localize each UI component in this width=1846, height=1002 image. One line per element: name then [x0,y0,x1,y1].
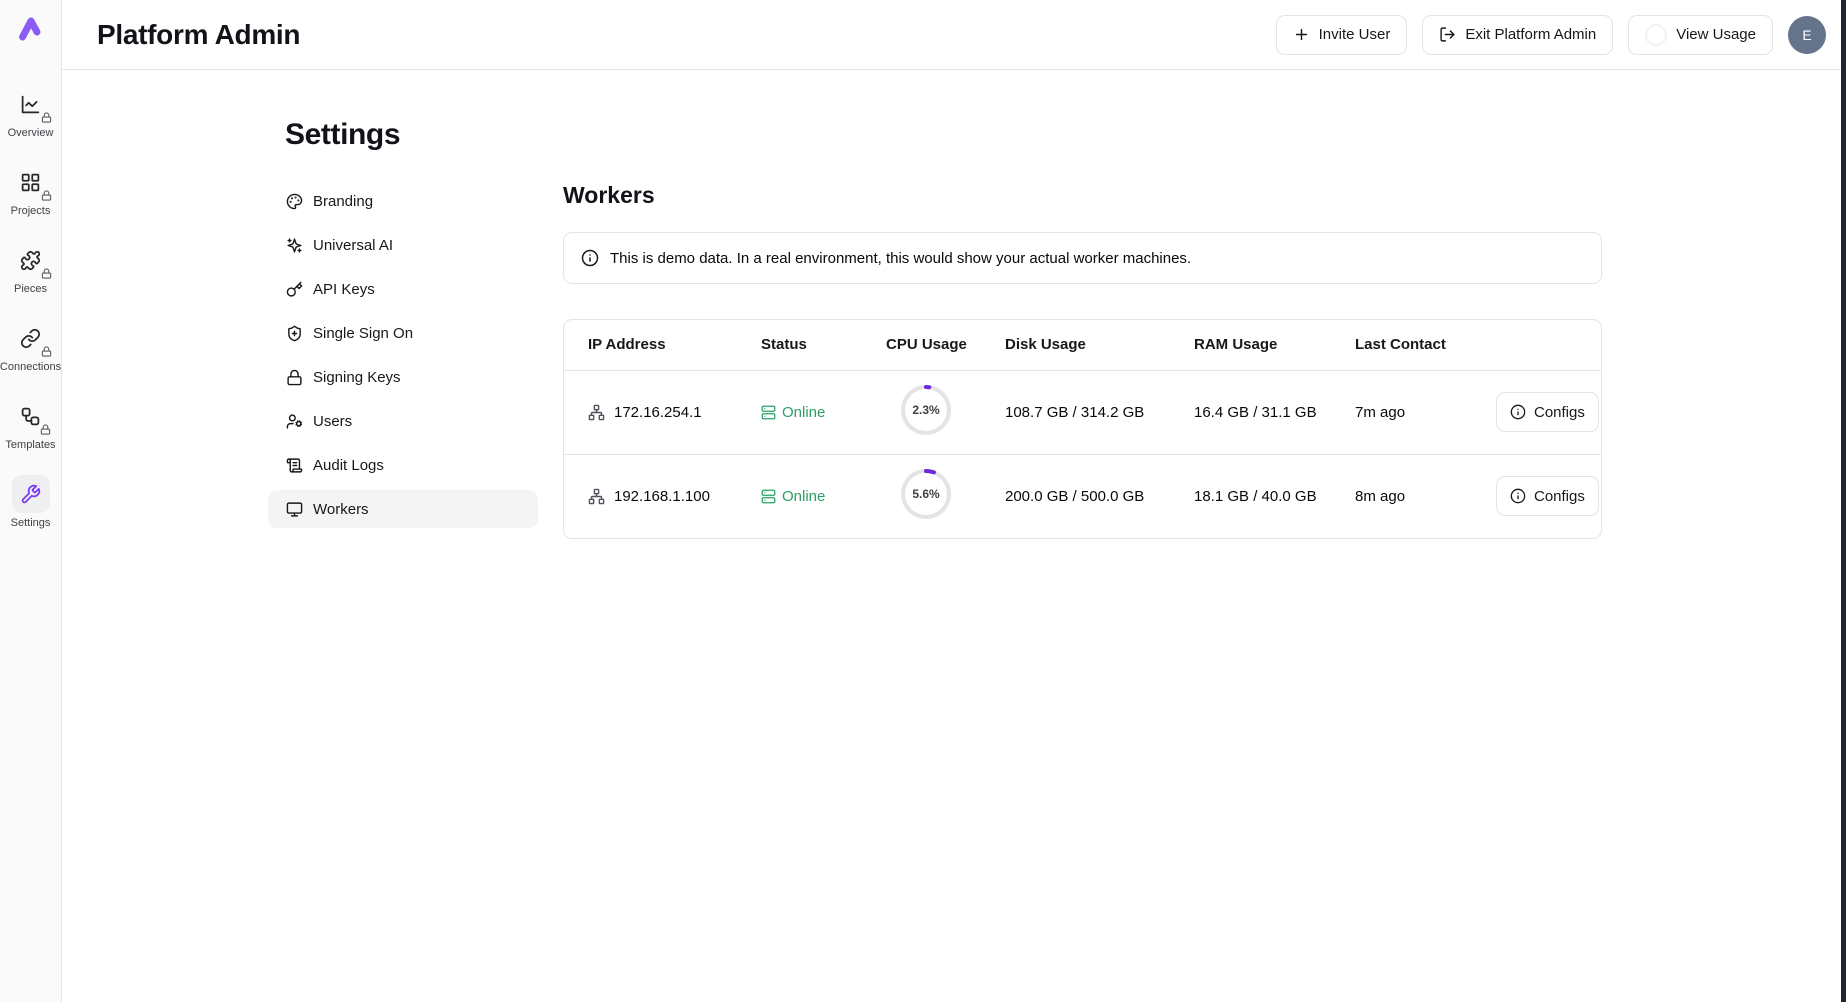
configs-button[interactable]: Configs [1496,392,1599,432]
workers-table-card: IP Address Status CPU Usage Disk Usage R… [563,319,1602,539]
sidebar-item-label: Settings [11,517,51,529]
demo-data-alert-text: This is demo data. In a real environment… [610,250,1191,267]
worker-last-contact: 8m ago [1355,454,1496,538]
scroll-text-icon [286,457,303,474]
chart-line-icon [20,94,41,115]
demo-data-alert: This is demo data. In a real environment… [563,232,1602,284]
palette-icon [286,193,303,210]
lock-badge-icon [41,346,52,357]
col-header-last-contact: Last Contact [1355,320,1496,370]
network-icon [588,488,605,505]
info-icon [1510,404,1526,420]
sidebar-item-label: Connections [0,361,61,373]
lock-badge-icon [41,268,52,279]
worker-row: 192.168.1.100 Online [564,454,1601,538]
settings-nav-signing-keys[interactable]: Signing Keys [268,358,538,396]
lock-badge-icon [41,112,52,123]
settings-nav-branding[interactable]: Branding [268,182,538,220]
exit-platform-admin-button[interactable]: Exit Platform Admin [1422,15,1613,55]
worker-ip: 192.168.1.100 [588,488,761,505]
worker-ip: 172.16.254.1 [588,404,761,421]
plus-icon [1293,26,1310,43]
monitor-icon [286,501,303,518]
sidebar-item-templates[interactable]: Templates [5,397,55,451]
worker-disk: 108.7 GB / 314.2 GB [1005,370,1194,454]
col-header-cpu: CPU Usage [886,320,1005,370]
workers-table: IP Address Status CPU Usage Disk Usage R… [564,320,1601,538]
col-header-actions [1496,320,1601,370]
settings-title: Settings [285,118,1806,152]
settings-nav-users[interactable]: Users [268,402,538,440]
status-badge: Online [761,488,886,505]
col-header-ip: IP Address [564,320,761,370]
user-cog-icon [286,413,303,430]
settings-nav-audit-logs[interactable]: Audit Logs [268,446,538,484]
workflow-icon [20,406,41,427]
log-out-icon [1439,26,1456,43]
sidebar-item-label: Projects [11,205,51,217]
info-icon [581,249,599,267]
puzzle-icon [20,250,41,271]
activepieces-logo-icon [16,13,46,43]
platform-admin-app: Overview Projects Pieces [0,0,1846,1002]
page-title: Platform Admin [97,19,300,51]
topbar-actions: Invite User Exit Platform Admin View Usa… [1276,15,1826,55]
network-icon [588,404,605,421]
settings-page: Settings Branding Universal AI API Keys [62,70,1846,539]
server-icon [761,405,776,420]
sidebar-nav: Overview Projects Pieces [0,85,61,553]
invite-user-button[interactable]: Invite User [1276,15,1408,55]
col-header-status: Status [761,320,886,370]
lock-icon [286,369,303,386]
sidebar-item-label: Templates [5,439,55,451]
main-area: Platform Admin Invite User Exit Platform… [62,0,1846,1002]
right-edge-strip [1841,0,1846,1002]
view-usage-button[interactable]: View Usage [1628,15,1773,55]
app-logo[interactable] [16,13,46,43]
shield-plus-icon [286,325,303,342]
table-header-row: IP Address Status CPU Usage Disk Usage R… [564,320,1601,370]
workers-title: Workers [563,182,1602,209]
sidebar-item-projects[interactable]: Projects [11,163,51,217]
worker-ram: 18.1 GB / 40.0 GB [1194,454,1355,538]
sparkles-icon [286,237,303,254]
col-header-disk: Disk Usage [1005,320,1194,370]
settings-nav-workers[interactable]: Workers [268,490,538,528]
worker-last-contact: 7m ago [1355,370,1496,454]
info-icon [1510,488,1526,504]
lock-badge-icon [41,190,52,201]
user-avatar[interactable]: E [1788,16,1826,54]
sidebar-item-settings[interactable]: Settings [11,475,51,529]
configs-button[interactable]: Configs [1496,476,1599,516]
worker-row: 172.16.254.1 Online [564,370,1601,454]
settings-nav-api-keys[interactable]: API Keys [268,270,538,308]
key-icon [286,281,303,298]
worker-ram: 16.4 GB / 31.1 GB [1194,370,1355,454]
settings-nav: Branding Universal AI API Keys Single Si… [268,182,538,528]
sidebar-item-label: Overview [8,127,54,139]
cpu-usage-donut: 5.6% [900,468,952,520]
layout-grid-icon [20,172,41,193]
col-header-ram: RAM Usage [1194,320,1355,370]
settings-nav-single-sign-on[interactable]: Single Sign On [268,314,538,352]
lock-badge-icon [40,424,51,435]
workers-panel: Workers This is demo data. In a real env… [563,182,1602,539]
status-badge: Online [761,404,886,421]
sidebar-item-pieces[interactable]: Pieces [12,241,50,295]
settings-nav-universal-ai[interactable]: Universal AI [268,226,538,264]
server-icon [761,489,776,504]
usage-ring-icon [1645,24,1667,46]
cpu-usage-donut: 2.3% [900,384,952,436]
sidebar-item-connections[interactable]: Connections [0,319,61,373]
icon-sidebar: Overview Projects Pieces [0,0,62,1002]
link-icon [20,328,41,349]
topbar: Platform Admin Invite User Exit Platform… [62,0,1846,70]
worker-disk: 200.0 GB / 500.0 GB [1005,454,1194,538]
sidebar-item-overview[interactable]: Overview [8,85,54,139]
sidebar-item-label: Pieces [14,283,47,295]
wrench-icon [20,484,41,505]
